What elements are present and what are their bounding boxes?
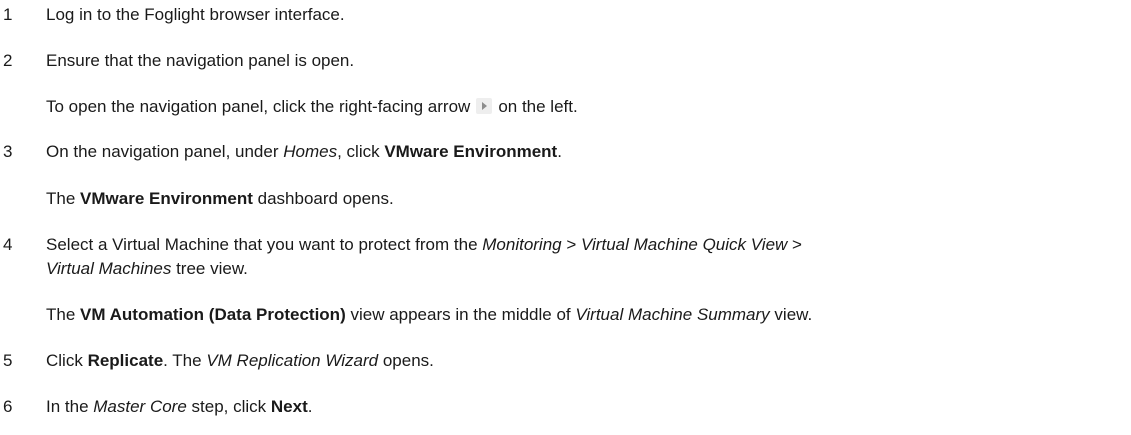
- right-arrow-icon: [476, 98, 493, 114]
- step-text: Select a Virtual Machine that you want t…: [46, 235, 802, 254]
- note-suffix: on the left.: [498, 97, 578, 116]
- step-number: 4: [3, 235, 13, 254]
- note-prefix: To open the navigation panel, click the …: [46, 97, 471, 116]
- step-text: On the navigation panel, under Homes, cl…: [46, 142, 562, 161]
- step-3-result: The VMware Environment dashboard opens.: [46, 189, 394, 208]
- step-4-result: The VM Automation (Data Protection) view…: [46, 305, 813, 324]
- step-text: Log in to the Foglight browser interface…: [46, 5, 345, 24]
- step-number: 5: [3, 351, 13, 370]
- step-number: 6: [3, 397, 13, 416]
- step-text: Click Replicate. The VM Replication Wiza…: [46, 351, 434, 370]
- step-number: 1: [3, 5, 13, 24]
- step-2-note: To open the navigation panel, click the …: [46, 97, 578, 117]
- step-number: 3: [3, 142, 13, 161]
- step-number: 2: [3, 51, 13, 70]
- step-4-continuation: Virtual Machines tree view.: [46, 259, 248, 278]
- step-text: In the Master Core step, click Next.: [46, 397, 313, 416]
- step-text: Ensure that the navigation panel is open…: [46, 51, 355, 70]
